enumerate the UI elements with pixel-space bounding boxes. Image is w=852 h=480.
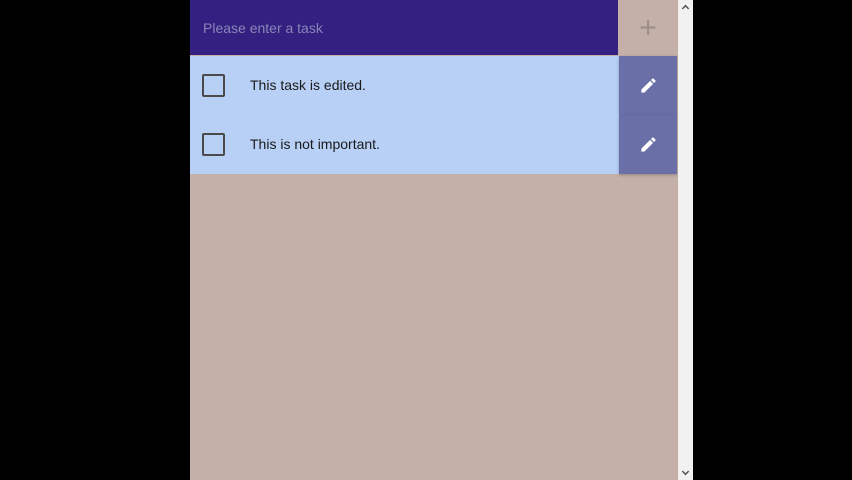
chevron-down-icon (681, 470, 690, 476)
pencil-icon (640, 137, 656, 152)
scroll-down-arrow[interactable] (678, 465, 693, 480)
chevron-up-icon (681, 4, 690, 10)
task-text: This is not important. (250, 136, 380, 152)
edit-task-button[interactable] (619, 56, 677, 115)
vertical-scrollbar[interactable] (678, 0, 693, 480)
todo-app: + This task is edited. This is not impor… (190, 0, 678, 480)
task-checkbox[interactable] (202, 133, 225, 156)
task-text: This task is edited. (250, 77, 366, 93)
task-item: This is not important. (190, 115, 678, 174)
add-task-button[interactable]: + (618, 0, 678, 55)
plus-icon: + (637, 13, 659, 41)
task-item-body: This task is edited. (190, 56, 619, 115)
task-input[interactable] (190, 0, 618, 55)
task-checkbox[interactable] (202, 74, 225, 97)
task-item: This task is edited. (190, 56, 678, 115)
task-list: This task is edited. This is not importa… (190, 56, 678, 174)
scroll-up-arrow[interactable] (678, 0, 693, 15)
edit-task-button[interactable] (619, 115, 677, 174)
pencil-icon (640, 78, 656, 93)
task-item-body: This is not important. (190, 115, 619, 174)
